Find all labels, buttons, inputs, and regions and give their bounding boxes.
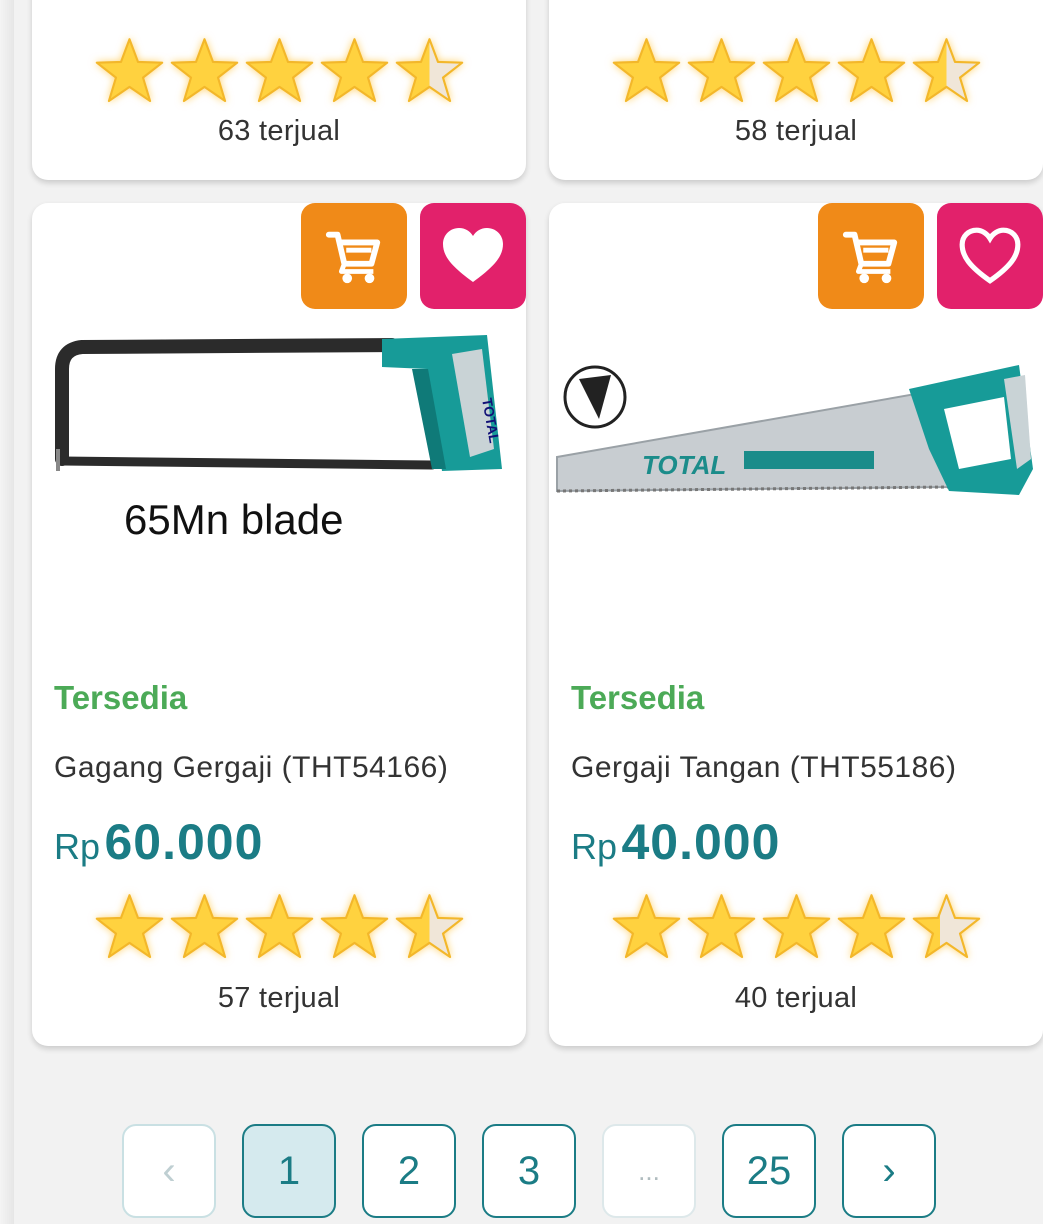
price-amount: 40.000 <box>621 814 781 870</box>
product-image: TOTAL 65Mn blade <box>55 335 503 543</box>
product-image: TOTAL <box>556 365 1033 495</box>
rating-stars <box>549 891 1043 962</box>
availability-status: Tersedia <box>571 679 705 716</box>
last-page-button[interactable]: 25 <box>722 1124 816 1218</box>
rating-stars <box>549 35 1043 106</box>
prev-page-button[interactable]: ‹ <box>122 1124 216 1218</box>
star-icon <box>94 35 165 106</box>
star-icon <box>911 35 982 106</box>
star-icon <box>761 35 832 106</box>
star-icon <box>761 891 832 962</box>
product-price: Rp 40.000 <box>571 813 780 871</box>
price-currency: Rp <box>54 826 101 867</box>
sold-count: 57 terjual <box>217 982 341 1014</box>
page-edge <box>0 0 14 1224</box>
chevron-right-icon: › <box>882 1148 896 1193</box>
product-card[interactable]: 58 terjual <box>549 0 1043 180</box>
page-ellipsis: ... <box>602 1124 696 1218</box>
favorite-button[interactable] <box>937 203 1043 309</box>
add-to-cart-button[interactable] <box>818 203 924 309</box>
star-icon <box>686 35 757 106</box>
star-icon <box>169 891 240 962</box>
cart-icon <box>325 231 381 284</box>
star-icon <box>319 891 390 962</box>
star-icon <box>836 35 907 106</box>
rating-stars <box>32 891 526 962</box>
price-amount: 60.000 <box>104 814 264 870</box>
pagination: ‹ 1 2 3 ... 25 › <box>122 1124 936 1220</box>
heart-outline-icon <box>959 227 1021 284</box>
sold-count: 40 terjual <box>734 982 858 1014</box>
product-card[interactable]: TOTAL Tersedia Gergaji Tangan (THT55186)… <box>549 203 1043 1046</box>
cart-icon <box>842 231 898 284</box>
product-price: Rp 60.000 <box>54 813 263 871</box>
sold-count: 63 terjual <box>217 115 341 147</box>
product-name[interactable]: Gagang Gergaji (THT54166) <box>54 751 448 785</box>
product-card[interactable]: 63 terjual <box>32 0 526 180</box>
image-caption: 65Mn blade <box>124 496 344 543</box>
product-name[interactable]: Gergaji Tangan (THT55186) <box>571 751 956 785</box>
star-icon <box>94 891 165 962</box>
page-1-button[interactable]: 1 <box>242 1124 336 1218</box>
availability-status: Tersedia <box>54 679 188 716</box>
price-currency: Rp <box>571 826 618 867</box>
sold-count: 58 terjual <box>734 115 858 147</box>
page-3-button[interactable]: 3 <box>482 1124 576 1218</box>
product-grid: 63 terjual 58 terjual TOTAL 65Mn blade T… <box>14 0 1043 1224</box>
star-icon <box>319 35 390 106</box>
star-icon <box>169 35 240 106</box>
next-page-button[interactable]: › <box>842 1124 936 1218</box>
svg-text:TOTAL: TOTAL <box>642 450 726 480</box>
star-icon <box>911 891 982 962</box>
page-2-button[interactable]: 2 <box>362 1124 456 1218</box>
star-icon <box>686 891 757 962</box>
star-icon <box>394 35 465 106</box>
star-icon <box>394 891 465 962</box>
star-icon <box>611 35 682 106</box>
add-to-cart-button[interactable] <box>301 203 407 309</box>
star-icon <box>244 891 315 962</box>
star-icon <box>244 35 315 106</box>
star-icon <box>611 891 682 962</box>
star-icon <box>836 891 907 962</box>
heart-icon <box>443 228 503 282</box>
favorite-button[interactable] <box>420 203 526 309</box>
rating-stars <box>32 35 526 106</box>
chevron-left-icon: ‹ <box>162 1148 176 1193</box>
product-card[interactable]: TOTAL 65Mn blade Tersedia Gagang Gergaji… <box>32 203 526 1046</box>
